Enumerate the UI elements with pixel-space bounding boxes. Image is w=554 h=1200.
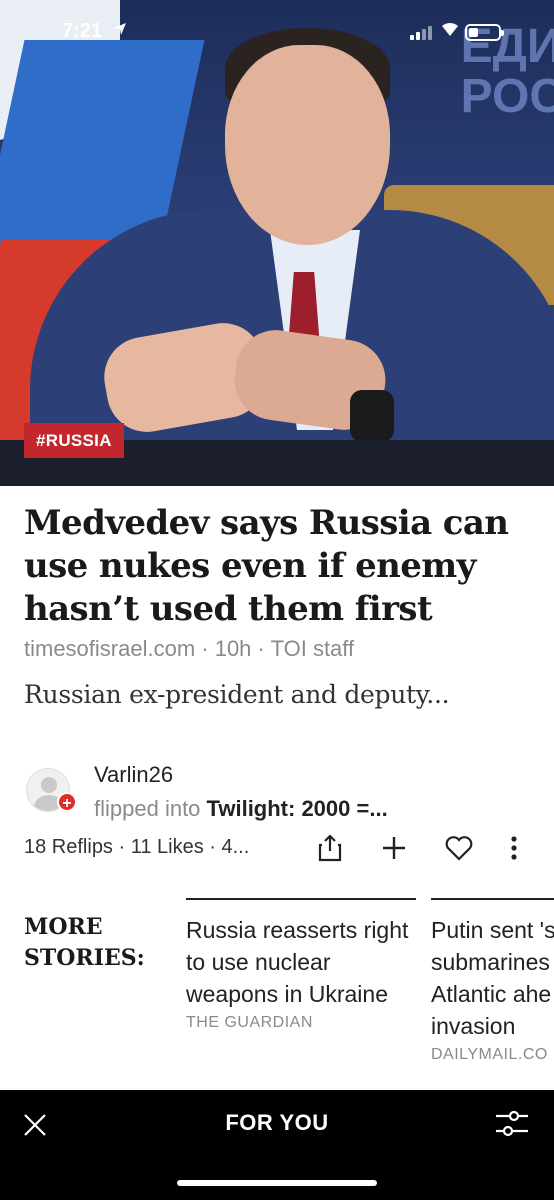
home-indicator xyxy=(177,1180,377,1186)
status-bar: 7:21 xyxy=(0,0,554,68)
person-head xyxy=(225,45,390,245)
share-icon[interactable] xyxy=(314,832,346,864)
plus-icon[interactable] xyxy=(378,832,410,864)
article-excerpt[interactable]: Russian ex-president and deputy... xyxy=(24,680,450,709)
flipped-into-line: flipped into Twilight: 2000 =... xyxy=(94,796,388,821)
topic-tag[interactable]: #RUSSIA xyxy=(24,423,124,458)
story-source: THE GUARDIAN xyxy=(186,1014,313,1031)
story-card[interactable]: Putin sent 's submarines Atlantic ahe in… xyxy=(431,898,554,1064)
follow-plus-icon[interactable]: + xyxy=(57,792,77,812)
section-title[interactable]: FOR YOU xyxy=(0,1110,554,1136)
article-meta: timesofisrael.com · 10h · TOI staff xyxy=(24,636,355,661)
story-source: DAILYMAIL.CO xyxy=(431,1046,548,1063)
watch xyxy=(350,390,394,442)
wifi-icon xyxy=(440,21,460,42)
story-title: Putin sent 's submarines Atlantic ahe in… xyxy=(431,917,554,1039)
location-arrow-icon xyxy=(113,22,127,40)
magazine-link[interactable]: Twilight: 2000 =... xyxy=(207,796,388,821)
more-vertical-icon[interactable] xyxy=(498,832,530,864)
status-time: 7:21 xyxy=(62,20,103,42)
story-card[interactable]: Russia reasserts right to use nuclear we… xyxy=(186,898,416,1032)
signal-icon xyxy=(410,26,436,40)
hero-image[interactable]: ЕДИ РОС #RUSSIA xyxy=(0,0,554,486)
heart-icon[interactable] xyxy=(443,832,475,864)
article-headline[interactable]: Medvedev says Russia can use nukes even … xyxy=(24,502,534,631)
engagement-stats[interactable]: 18 Reflips · 11 Likes · 4... xyxy=(24,836,249,859)
story-title: Russia reasserts right to use nuclear we… xyxy=(186,917,409,1007)
more-stories-label: MORE STORIES: xyxy=(24,914,145,971)
filter-icon[interactable] xyxy=(494,1106,530,1142)
username[interactable]: Varlin26 xyxy=(94,762,173,788)
battery-icon xyxy=(465,24,504,41)
